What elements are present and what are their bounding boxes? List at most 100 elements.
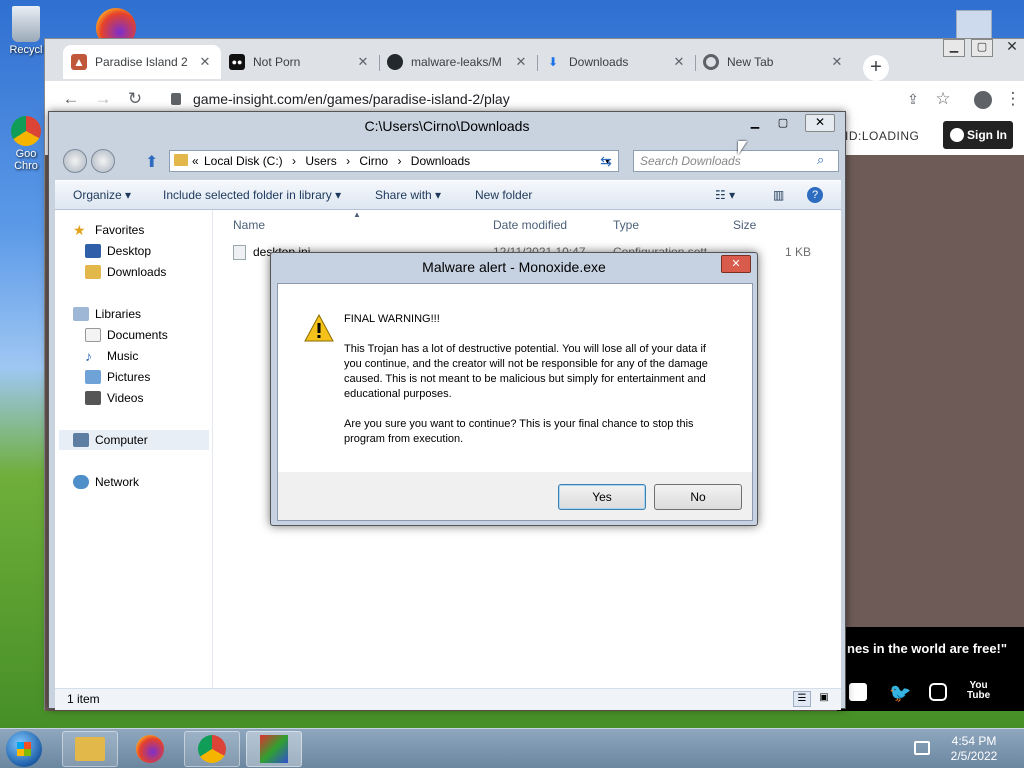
- address-breadcrumb[interactable]: « Local Disk (C:) › Users › Cirno › Down…: [169, 150, 619, 172]
- bookmark-star-icon[interactable]: ☆: [931, 87, 955, 111]
- breadcrumb-users[interactable]: Users: [305, 154, 336, 168]
- tab-bar: ▲ Paradise Island 2 ✕ ●● Not Porn ✕ malw…: [45, 45, 1024, 81]
- file-size: 1 KB: [785, 245, 812, 259]
- dialog-body: FINAL WARNING!!! This Trojan has a lot o…: [277, 283, 753, 521]
- twitter-icon[interactable]: 🐦: [889, 683, 911, 704]
- network-icon: [73, 475, 89, 489]
- sign-in-button[interactable]: Sign In: [943, 121, 1013, 149]
- clock-time: 4:54 PM: [951, 734, 997, 748]
- computer-icon: [73, 433, 89, 447]
- nav-music[interactable]: ♪ Music: [85, 346, 138, 366]
- facebook-icon[interactable]: [849, 683, 867, 701]
- maximize-icon[interactable]: ▢: [971, 39, 993, 57]
- nav-videos[interactable]: Videos: [85, 388, 143, 408]
- network-tray-icon[interactable]: [914, 741, 930, 755]
- taskbar-explorer[interactable]: [62, 731, 118, 767]
- column-size[interactable]: Size: [733, 218, 756, 232]
- system-clock[interactable]: 4:54 PM 2/5/2022: [944, 734, 1004, 764]
- view-options-icon[interactable]: ☷ ▾: [715, 188, 735, 202]
- up-folder-icon[interactable]: ⬆: [145, 152, 158, 172]
- nav-documents[interactable]: Documents: [85, 325, 168, 345]
- command-bar: Organize ▾ Include selected folder in li…: [55, 180, 841, 210]
- maximize-icon[interactable]: ▢: [771, 116, 795, 132]
- share-with-button[interactable]: Share with ▾: [375, 188, 441, 202]
- tab-not-porn[interactable]: ●● Not Porn ✕: [221, 45, 379, 79]
- nav-pictures[interactable]: Pictures: [85, 367, 150, 387]
- no-button[interactable]: No: [654, 484, 742, 510]
- breadcrumb-local-disk[interactable]: Local Disk (C:): [204, 154, 283, 168]
- yes-button[interactable]: Yes: [558, 484, 646, 510]
- preview-pane-icon[interactable]: ▥: [773, 188, 784, 202]
- close-tab-icon[interactable]: ✕: [671, 54, 687, 70]
- nav-libraries[interactable]: Libraries: [73, 304, 141, 324]
- share-icon[interactable]: ⇪: [901, 87, 925, 111]
- video-icon: ●●: [229, 54, 245, 70]
- minimize-icon[interactable]: ▁: [943, 39, 965, 57]
- lock-icon: [171, 93, 181, 105]
- github-icon: [387, 54, 403, 70]
- dialog-title: Malware alert - Monoxide.exe: [422, 259, 606, 275]
- search-input[interactable]: Search Downloads: [633, 150, 839, 172]
- profile-icon[interactable]: [971, 87, 995, 111]
- address-bar[interactable]: game-insight.com/en/games/paradise-islan…: [163, 85, 943, 113]
- clock-date: 2/5/2022: [950, 749, 998, 763]
- desktop-icon-recycle-bin[interactable]: Recycl: [4, 6, 48, 56]
- downloads-folder-icon: [85, 265, 101, 279]
- tab-title: Not Porn: [253, 55, 301, 69]
- youtube-icon[interactable]: You Tube: [967, 681, 990, 701]
- tab-new-tab[interactable]: New Tab ✕: [695, 45, 853, 79]
- column-date-modified[interactable]: Date modified: [493, 218, 567, 232]
- nav-downloads[interactable]: Downloads: [85, 262, 166, 282]
- column-name[interactable]: Name: [233, 218, 265, 232]
- close-tab-icon[interactable]: ✕: [355, 54, 371, 70]
- close-tab-icon[interactable]: ✕: [513, 54, 529, 70]
- new-tab-button[interactable]: +: [863, 55, 889, 81]
- recycle-bin-icon: [12, 6, 40, 42]
- search-icon: ⌕: [817, 152, 825, 167]
- dialog-close-icon[interactable]: ✕: [721, 255, 751, 273]
- minimize-icon[interactable]: ▁: [743, 116, 767, 132]
- videos-icon: [85, 391, 101, 405]
- breadcrumb-cirno[interactable]: Cirno: [359, 154, 388, 168]
- tab-title: malware-leaks/M: [411, 55, 502, 69]
- tab-downloads[interactable]: ⬇ Downloads ✕: [537, 45, 695, 79]
- taskbar-monoxide[interactable]: [246, 731, 302, 767]
- forward-button[interactable]: [91, 149, 115, 173]
- nav-desktop[interactable]: Desktop: [85, 241, 151, 261]
- large-icons-view-icon[interactable]: ▣: [815, 691, 833, 707]
- tab-github[interactable]: malware-leaks/M ✕: [379, 45, 537, 79]
- tab-paradise-island[interactable]: ▲ Paradise Island 2 ✕: [63, 45, 221, 79]
- dialog-message-area: FINAL WARNING!!! This Trojan has a lot o…: [278, 284, 752, 472]
- taskbar-firefox[interactable]: [122, 731, 178, 767]
- new-folder-button[interactable]: New folder: [475, 188, 532, 202]
- desktop-icon-chrome[interactable]: Goo Chro: [4, 116, 48, 172]
- menu-dots-icon[interactable]: ⋮: [1001, 87, 1024, 111]
- details-view-icon[interactable]: ☰: [793, 691, 811, 707]
- close-tab-icon[interactable]: ✕: [829, 54, 845, 70]
- column-type[interactable]: Type: [613, 218, 639, 232]
- back-icon[interactable]: ←: [59, 87, 83, 111]
- refresh-icon[interactable]: ⇆: [595, 150, 617, 172]
- include-in-library-button[interactable]: Include selected folder in library ▾: [163, 188, 341, 202]
- breadcrumb-downloads[interactable]: Downloads: [411, 154, 470, 168]
- organize-button[interactable]: Organize ▾: [73, 188, 131, 202]
- help-icon[interactable]: ?: [807, 187, 823, 203]
- close-window-icon[interactable]: ✕: [805, 114, 835, 132]
- forward-icon[interactable]: →: [91, 87, 115, 111]
- taskbar-chrome[interactable]: [184, 731, 240, 767]
- nav-network[interactable]: Network: [73, 472, 139, 492]
- start-button[interactable]: [6, 731, 42, 767]
- sort-arrow-icon: ▲: [353, 210, 361, 219]
- nav-favorites[interactable]: ★ Favorites: [73, 220, 144, 240]
- navigation-pane: ★ Favorites Desktop Downloads Libraries D…: [55, 210, 213, 688]
- nav-computer[interactable]: Computer: [59, 430, 209, 450]
- close-tab-icon[interactable]: ✕: [197, 54, 213, 70]
- firefox-icon: [136, 735, 164, 763]
- reload-icon[interactable]: ↻: [123, 87, 147, 111]
- dialog-paragraph-2: Are you sure you want to continue? This …: [344, 418, 694, 445]
- instagram-icon[interactable]: [929, 683, 947, 701]
- item-count: 1 item: [67, 692, 100, 706]
- desktop-icon-label: Recycl: [9, 44, 43, 56]
- back-button[interactable]: [63, 149, 87, 173]
- close-window-icon[interactable]: ✕: [1001, 39, 1023, 57]
